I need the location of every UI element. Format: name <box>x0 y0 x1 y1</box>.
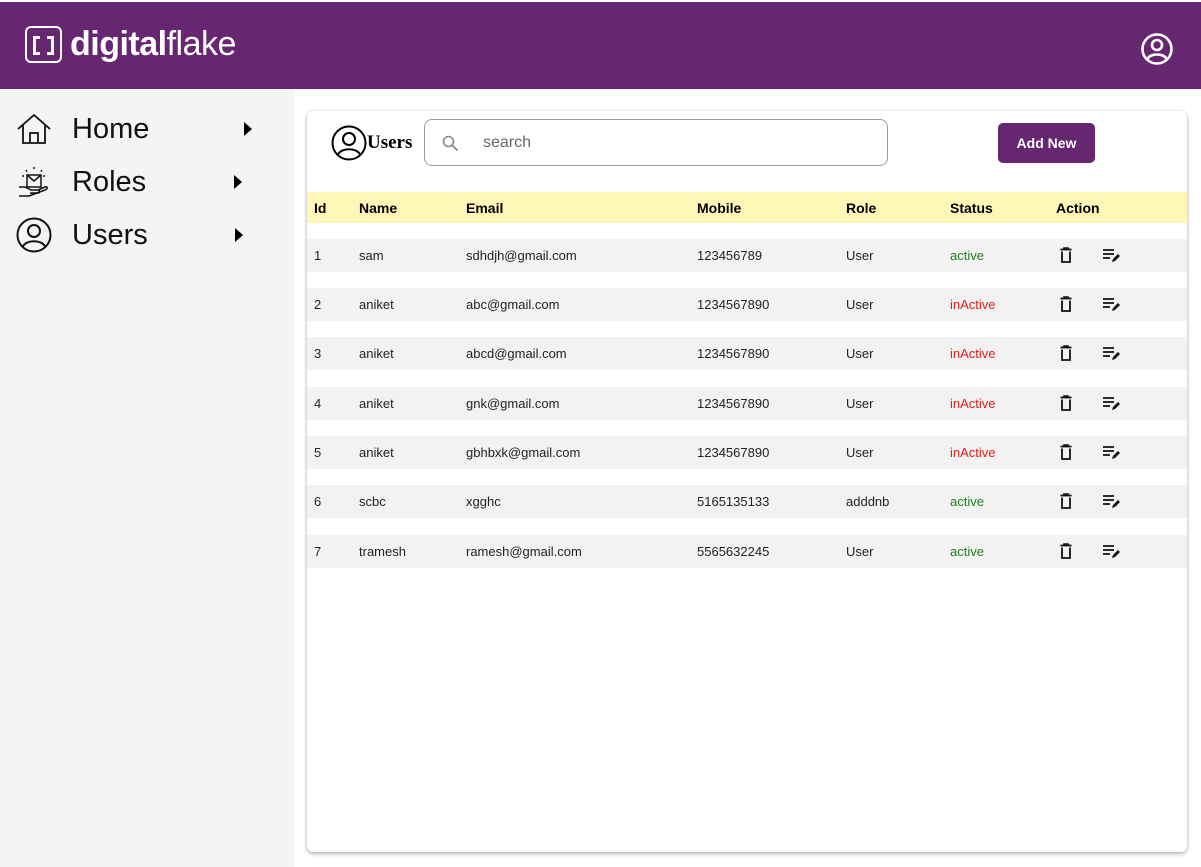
cell-id: 7 <box>314 544 322 559</box>
cell-email: sdhdjh@gmail.com <box>466 248 577 263</box>
cell-email: abc@gmail.com <box>466 297 560 312</box>
sidebar-item-users[interactable]: Users <box>15 215 275 255</box>
cell-name: aniket <box>359 445 394 460</box>
column-header-email: Email <box>466 200 504 216</box>
caret-right-icon <box>244 122 252 136</box>
top-bar: digitalflake <box>0 2 1201 89</box>
logo-mark-icon <box>25 26 62 63</box>
cell-role: User <box>846 445 874 460</box>
add-new-button[interactable]: Add New <box>998 123 1095 163</box>
cell-name: aniket <box>359 297 394 312</box>
profile-icon[interactable] <box>1140 32 1174 66</box>
table-row: 5 aniket gbhbxk@gmail.com 1234567890 User inA… <box>307 436 1187 469</box>
search-input[interactable] <box>483 133 863 152</box>
cell-name: scbc <box>359 494 386 509</box>
edit-icon[interactable] <box>1102 443 1120 461</box>
sidebar-item-roles[interactable]: Roles <box>15 162 275 202</box>
cell-name: tramesh <box>359 544 406 559</box>
page-title: Users <box>367 132 413 153</box>
cell-role: adddnb <box>846 494 890 509</box>
sidebar-item-home[interactable]: Home <box>15 109 275 149</box>
cell-name: aniket <box>359 396 394 411</box>
logo-text-bold: digital <box>70 25 167 63</box>
cell-mobile: 5165135133 <box>697 494 770 509</box>
user-circle-icon <box>15 216 53 254</box>
cell-role: User <box>846 248 874 263</box>
cell-name: sam <box>359 248 384 263</box>
cell-status: inActive <box>950 396 996 411</box>
edit-icon[interactable] <box>1102 344 1120 362</box>
logo-text-light: flake <box>166 25 237 63</box>
cell-id: 6 <box>314 494 322 509</box>
cell-email: gbhbxk@gmail.com <box>466 445 581 460</box>
column-header-name: Name <box>359 200 398 216</box>
sidebar: Home Roles Users <box>0 89 294 867</box>
cell-status: active <box>950 248 984 263</box>
cell-id: 5 <box>314 445 322 460</box>
search-icon <box>442 135 458 151</box>
edit-icon[interactable] <box>1102 394 1120 412</box>
sidebar-item-label: Home <box>72 112 150 145</box>
cell-email: xgghc <box>466 494 501 509</box>
cell-id: 4 <box>314 396 322 411</box>
users-panel: Users Add New Id Name Email Mobile Role … <box>307 111 1187 852</box>
column-header-status: Status <box>950 200 993 216</box>
cell-status: inActive <box>950 297 996 312</box>
trash-icon[interactable] <box>1057 492 1075 510</box>
column-header-action: Action <box>1056 200 1100 216</box>
cell-mobile: 1234567890 <box>697 396 770 411</box>
cell-mobile: 5565632245 <box>697 544 770 559</box>
table-row: 7 tramesh ramesh@gmail.com 5565632245 User ac… <box>307 535 1187 568</box>
search-box[interactable] <box>424 119 888 166</box>
trash-icon[interactable] <box>1057 443 1075 461</box>
trash-icon[interactable] <box>1057 542 1075 560</box>
cell-role: User <box>846 396 874 411</box>
cell-id: 2 <box>314 297 322 312</box>
trash-icon[interactable] <box>1057 246 1075 264</box>
edit-icon[interactable] <box>1102 295 1120 313</box>
table-header: Id Name Email Mobile Role Status Action <box>307 192 1187 223</box>
trash-icon[interactable] <box>1057 394 1075 412</box>
cell-email: gnk@gmail.com <box>466 396 560 411</box>
cell-mobile: 1234567890 <box>697 297 770 312</box>
caret-right-icon <box>234 175 242 189</box>
edit-icon[interactable] <box>1102 492 1120 510</box>
cell-id: 3 <box>314 346 322 361</box>
table-row: 4 aniket gnk@gmail.com 1234567890 User inActi… <box>307 387 1187 420</box>
edit-icon[interactable] <box>1102 542 1120 560</box>
table-row: 3 aniket abcd@gmail.com 1234567890 User inAct… <box>307 337 1187 370</box>
column-header-id: Id <box>314 200 327 216</box>
table-row: 2 aniket abc@gmail.com 1234567890 User inActi… <box>307 288 1187 321</box>
edit-icon[interactable] <box>1102 246 1120 264</box>
cell-email: abcd@gmail.com <box>466 346 567 361</box>
home-icon <box>15 110 53 148</box>
cell-mobile: 123456789 <box>697 248 763 263</box>
column-header-role: Role <box>846 200 877 216</box>
trash-icon[interactable] <box>1057 344 1075 362</box>
user-circle-icon <box>331 125 367 161</box>
roles-icon <box>15 163 53 201</box>
caret-right-icon <box>235 228 243 242</box>
cell-role: User <box>846 346 874 361</box>
sidebar-item-label: Roles <box>72 165 147 198</box>
cell-status: inActive <box>950 445 996 460</box>
cell-mobile: 1234567890 <box>697 445 770 460</box>
cell-email: ramesh@gmail.com <box>466 544 582 559</box>
column-header-mobile: Mobile <box>697 200 742 216</box>
cell-id: 1 <box>314 248 322 263</box>
sidebar-item-label: Users <box>72 218 148 251</box>
logo-text: digitalflake <box>70 26 236 63</box>
cell-status: inActive <box>950 346 996 361</box>
cell-name: aniket <box>359 346 394 361</box>
table-row: 1 sam sdhdjh@gmail.com 123456789 User active <box>307 239 1187 272</box>
trash-icon[interactable] <box>1057 295 1075 313</box>
cell-role: User <box>846 544 874 559</box>
cell-status: active <box>950 494 984 509</box>
cell-status: active <box>950 544 984 559</box>
cell-mobile: 1234567890 <box>697 346 770 361</box>
table-row: 6 scbc xgghc 5165135133 adddnb active <box>307 485 1187 518</box>
digitalflake-logo[interactable]: digitalflake <box>25 26 236 63</box>
cell-role: User <box>846 297 874 312</box>
